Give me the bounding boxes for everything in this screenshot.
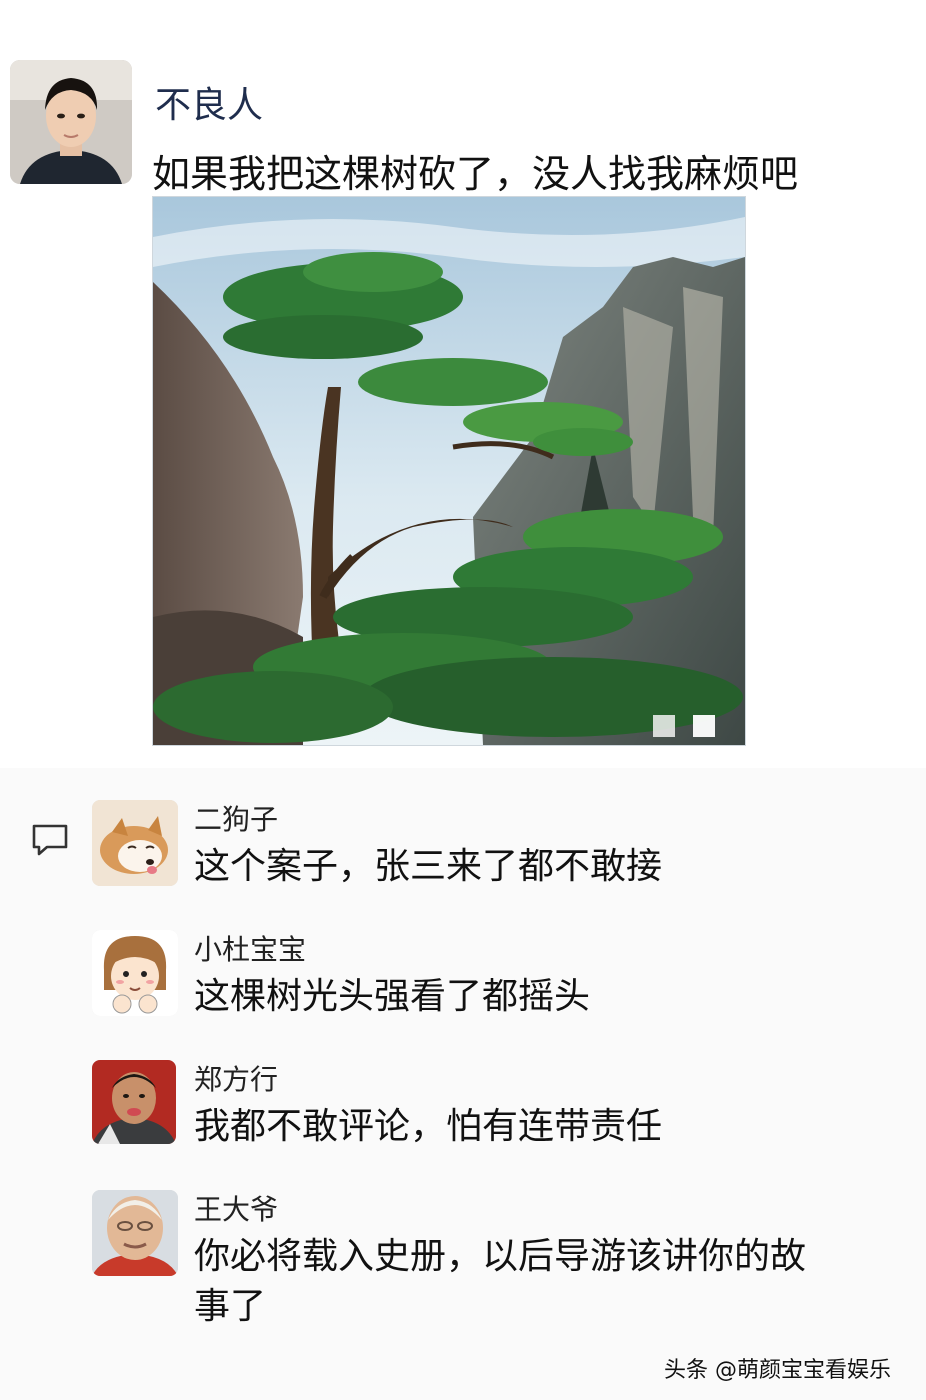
commenter-name[interactable]: 王大爷 xyxy=(194,1188,278,1228)
shiba-dog-icon xyxy=(92,800,178,886)
comment-item: 小杜宝宝 这棵树光头强看了都摇头 xyxy=(92,930,852,1020)
watermark: 头条 @萌颜宝宝看娱乐 xyxy=(664,1358,891,1383)
comment-text: 这棵树光头强看了都摇头 xyxy=(194,976,591,1017)
commenter-avatar[interactable] xyxy=(92,930,178,1016)
author-avatar[interactable] xyxy=(10,60,132,184)
pine-tree-photo-icon xyxy=(153,197,745,745)
comment-text: 你必将载入史册，以后导游该讲你的故事了 xyxy=(194,1236,807,1327)
commenter-name[interactable]: 郑方行 xyxy=(194,1058,278,1098)
commenter-name[interactable]: 小杜宝宝 xyxy=(194,928,306,968)
comment-text: 我都不敢评论，怕有连带责任 xyxy=(194,1106,663,1147)
comment-item: 王大爷 你必将载入史册，以后导游该讲你的故事了 xyxy=(92,1190,852,1340)
comment-bubble-icon[interactable] xyxy=(31,823,69,857)
post-image[interactable] xyxy=(152,196,746,746)
commenter-avatar[interactable] xyxy=(92,1190,178,1276)
commenter-avatar[interactable] xyxy=(92,800,178,886)
comment-item: 二狗子 这个案子，张三来了都不敢接 xyxy=(92,800,852,890)
commenter-name[interactable]: 二狗子 xyxy=(194,798,278,838)
post-text: 如果我把这棵树砍了，没人找我麻烦吧 xyxy=(152,152,799,196)
post-author-name[interactable]: 不良人 xyxy=(155,76,263,128)
comment-item: 郑方行 我都不敢评论，怕有连带责任 xyxy=(92,1060,852,1150)
comment-text: 这个案子，张三来了都不敢接 xyxy=(194,846,663,887)
post-card: 不良人 如果我把这棵树砍了，没人找我麻烦吧 xyxy=(0,0,926,760)
old-man-icon xyxy=(92,1190,178,1276)
man-portrait-icon xyxy=(10,60,132,184)
man-face-icon xyxy=(92,1060,176,1144)
commenter-avatar[interactable] xyxy=(92,1060,176,1144)
cartoon-girl-icon xyxy=(92,930,178,1016)
